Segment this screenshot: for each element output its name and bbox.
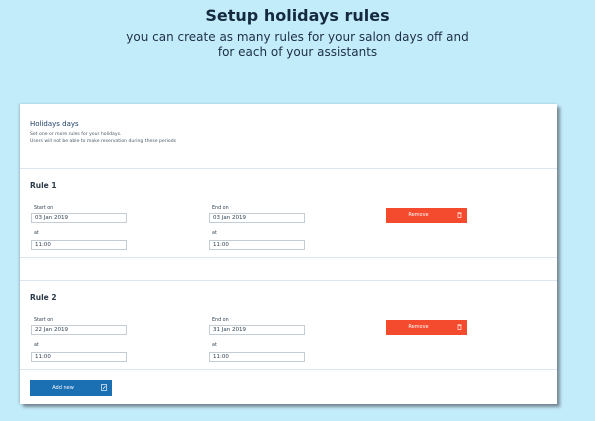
promo-subline: you can create as many rules for your sa…: [126, 30, 469, 59]
end-on-label: End on: [212, 206, 229, 211]
section-description-line: Set one or more rules for your holidays.: [30, 132, 122, 137]
promo-headline: Setup holidays rules: [205, 6, 390, 25]
add-new-label: Add new: [52, 385, 74, 391]
rule-separator: [20, 258, 557, 281]
start-on-label: Start on: [34, 318, 54, 323]
section-description: Set one or more rules for your holidays.…: [30, 131, 176, 145]
end-on-label: End on: [212, 318, 229, 323]
end-at-label: at: [212, 343, 217, 348]
trash-icon: [457, 212, 462, 218]
start-time-field[interactable]: 11:00: [31, 240, 127, 250]
start-date-field[interactable]: 22 Jan 2019: [31, 325, 127, 335]
section-title: Holidays days: [30, 120, 79, 128]
holidays-panel: Holidays days Set one or more rules for …: [20, 104, 557, 404]
end-at-label: at: [212, 231, 217, 236]
start-time-field[interactable]: 11:00: [31, 352, 127, 362]
rule-2: Rule 2 Start on 22 Jan 2019 at 11:00 End…: [20, 281, 557, 370]
remove-label: Remove: [408, 212, 429, 218]
start-on-label: Start on: [34, 206, 54, 211]
start-date-field[interactable]: 03 Jan 2019: [31, 213, 127, 223]
rule-title: Rule 1: [30, 181, 57, 190]
trash-icon: [457, 324, 462, 330]
end-time-field[interactable]: 11:00: [209, 352, 305, 362]
remove-label: Remove: [408, 324, 429, 330]
holidays-section-header: Holidays days Set one or more rules for …: [20, 104, 557, 169]
end-time-field[interactable]: 11:00: [209, 240, 305, 250]
end-date-field[interactable]: 03 Jan 2019: [209, 213, 305, 223]
end-date-field[interactable]: 31 Jan 2019: [209, 325, 305, 335]
remove-rule-button[interactable]: Remove: [386, 208, 467, 223]
add-new-button[interactable]: Add new: [30, 380, 112, 396]
start-at-label: at: [34, 343, 39, 348]
rule-title: Rule 2: [30, 293, 57, 302]
rule-1: Rule 1 Start on 03 Jan 2019 at 11:00 End…: [20, 169, 557, 258]
start-at-label: at: [34, 231, 39, 236]
edit-icon: [101, 384, 107, 391]
remove-rule-button[interactable]: Remove: [386, 320, 467, 335]
section-description-line: Users will not be able to make reservati…: [30, 139, 177, 144]
